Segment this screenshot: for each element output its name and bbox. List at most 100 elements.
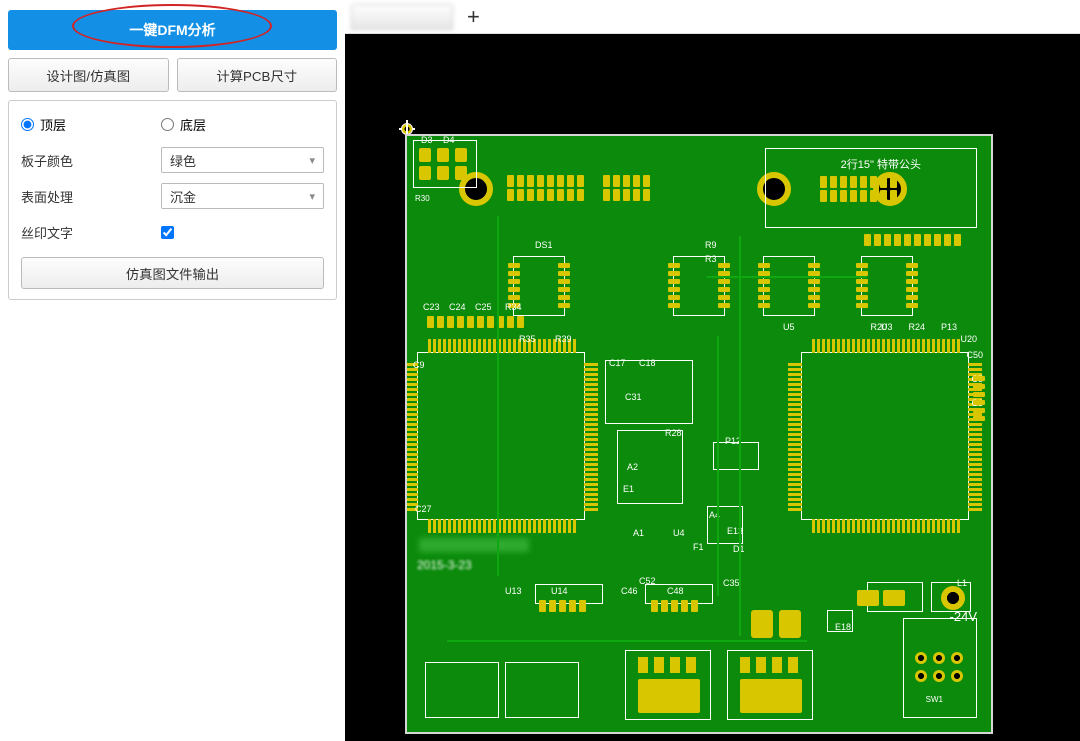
silk-r20: R20 <box>870 322 887 332</box>
pad-array <box>718 263 730 308</box>
pad-array <box>856 263 868 308</box>
pad-array <box>812 519 960 533</box>
dpak <box>727 650 813 720</box>
through-hole <box>951 670 963 682</box>
through-hole <box>951 652 963 664</box>
silk-r24: R24 <box>908 322 925 332</box>
silk-outline <box>713 442 759 470</box>
trace <box>739 236 741 636</box>
silk-c9: C9 <box>413 360 425 370</box>
silk-outline <box>903 618 977 718</box>
silk-outline <box>605 360 693 424</box>
silk-u4: U4 <box>673 528 685 538</box>
pad-array <box>758 263 770 308</box>
pad-array <box>603 189 650 201</box>
through-hole <box>941 586 965 610</box>
pad <box>437 166 449 180</box>
document-tab[interactable] <box>351 4 453 30</box>
options-panel: 顶层 底层 板子颜色 绿色 表面处理 沉金 丝印文字 仿真图文件输出 <box>8 100 337 300</box>
pad-array <box>820 176 897 188</box>
silk-r35: R35 <box>519 334 536 344</box>
pad-array <box>820 190 897 202</box>
pad-array <box>864 234 961 246</box>
pad-array <box>668 263 680 308</box>
silk-r3: R3 <box>705 254 717 264</box>
through-hole <box>915 652 927 664</box>
silk-c25: C25 <box>475 302 492 312</box>
pcb-date-silk: 2015-3-23 <box>417 558 472 572</box>
through-hole <box>933 652 945 664</box>
dpak <box>625 650 711 720</box>
layer-top-radio[interactable]: 顶层 <box>21 115 161 134</box>
silk-outline <box>425 662 499 718</box>
ecap <box>779 610 801 638</box>
silk-voltage: -24V <box>950 609 977 624</box>
pad <box>419 166 431 180</box>
calc-pcb-size-button[interactable]: 计算PCB尺寸 <box>177 58 338 92</box>
pad-array <box>973 376 985 421</box>
layer-bottom-radio[interactable]: 底层 <box>161 115 301 134</box>
silkscreen-row: 丝印文字 <box>21 219 324 245</box>
pad-array <box>558 263 570 308</box>
silk-c23: C23 <box>423 302 440 312</box>
board-color-select[interactable]: 绿色 <box>161 147 324 173</box>
pad <box>455 166 467 180</box>
silk-u13: U13 <box>505 586 522 596</box>
surface-finish-row: 表面处理 沉金 <box>21 183 324 209</box>
ic-so8 <box>763 256 815 316</box>
silk-p13: P13 <box>941 322 957 332</box>
board-color-value: 绿色 <box>170 151 196 170</box>
surface-finish-label: 表面处理 <box>21 187 161 206</box>
silkscreen-checkbox[interactable] <box>161 226 174 239</box>
silk-r30: R30 <box>415 194 430 203</box>
pad <box>857 590 879 606</box>
pad-array <box>428 519 576 533</box>
silk-f1: F1 <box>693 542 704 552</box>
layer-radio-row: 顶层 底层 <box>21 111 324 137</box>
ic-qfp <box>417 352 585 520</box>
trace <box>497 216 499 576</box>
surface-finish-select[interactable]: 沉金 <box>161 183 324 209</box>
trace <box>447 640 807 642</box>
silk-outline <box>707 506 743 544</box>
silk-c35: C35 <box>723 578 740 588</box>
pad <box>419 148 431 162</box>
through-hole <box>915 670 927 682</box>
sidebar: 一键DFM分析 设计图/仿真图 计算PCB尺寸 顶层 底层 板子颜色 绿色 表面… <box>0 0 345 741</box>
silk-c50: C50 <box>966 350 983 360</box>
pad-array <box>808 263 820 308</box>
pad <box>437 148 449 162</box>
silk-u5: U5 <box>783 322 795 332</box>
board-color-label: 板子颜色 <box>21 151 161 170</box>
add-tab-button[interactable]: + <box>457 4 490 30</box>
silk-outline <box>617 430 683 504</box>
pad-array <box>584 363 598 511</box>
layer-top-input[interactable] <box>21 118 34 131</box>
tab-bar: + <box>345 0 1080 34</box>
pcb-canvas[interactable]: 2行15" 特带公头 <box>345 34 1080 741</box>
through-hole <box>933 670 945 682</box>
pad-array <box>603 175 650 187</box>
surface-finish-value: 沉金 <box>170 187 196 206</box>
silk-d4: D4 <box>443 135 455 145</box>
layer-bottom-input[interactable] <box>161 118 174 131</box>
design-sim-toggle-button[interactable]: 设计图/仿真图 <box>8 58 169 92</box>
obscured-silk <box>419 538 529 552</box>
pad-array <box>812 339 960 353</box>
pad <box>455 148 467 162</box>
silk-r9: R9 <box>705 240 717 250</box>
pad-array <box>906 263 918 308</box>
secondary-button-row: 设计图/仿真图 计算PCB尺寸 <box>8 58 337 92</box>
dfm-analyze-button[interactable]: 一键DFM分析 <box>8 10 337 50</box>
pad-array <box>507 175 584 187</box>
silk-d3: D3 <box>421 135 433 145</box>
silkscreen-label: 丝印文字 <box>21 223 161 242</box>
export-sim-button[interactable]: 仿真图文件输出 <box>21 257 324 289</box>
layer-top-label: 顶层 <box>40 115 66 134</box>
pad-array <box>427 316 524 328</box>
pad-array <box>507 189 584 201</box>
ecap <box>751 610 773 638</box>
dfm-analyze-label: 一键DFM分析 <box>129 22 215 38</box>
ic-so8 <box>673 256 725 316</box>
pad-array <box>539 600 586 612</box>
